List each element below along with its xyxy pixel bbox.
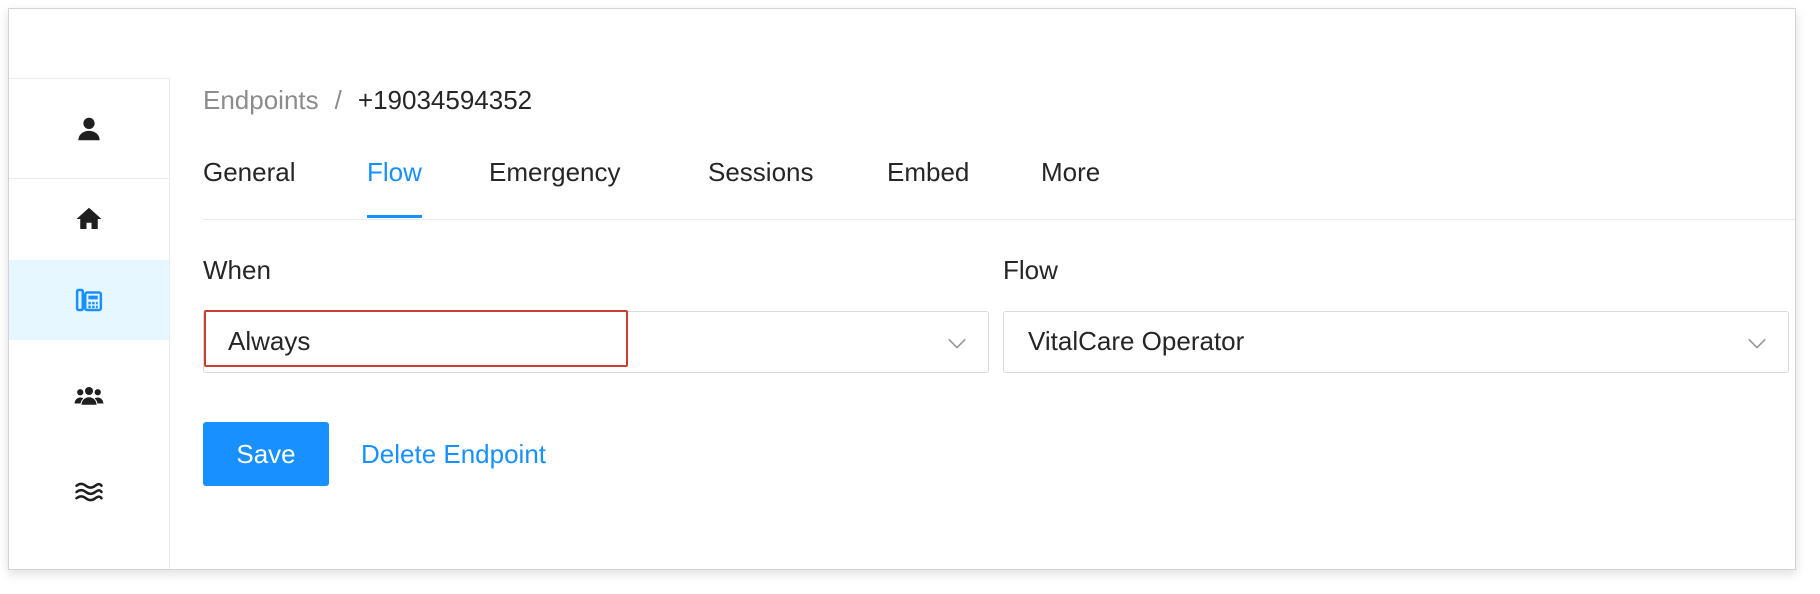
- app-window: Endpoints / +19034594352 General Flow Em…: [8, 8, 1796, 570]
- breadcrumb-current: +19034594352: [357, 85, 533, 115]
- tab-embed[interactable]: Embed: [887, 149, 969, 217]
- flow-select-value: VitalCare Operator: [1028, 326, 1245, 356]
- chevron-down-icon: [1748, 338, 1766, 349]
- sidebar: [9, 78, 170, 569]
- sidebar-item-waves[interactable]: [9, 452, 169, 532]
- tab-bar: General Flow Emergency Sessions Embed Mo…: [203, 149, 1795, 220]
- sidebar-item-endpoints[interactable]: [9, 260, 169, 340]
- home-icon: [76, 207, 102, 229]
- sidebar-item-profile[interactable]: [9, 79, 169, 179]
- phone-endpoint-icon: [75, 288, 103, 312]
- sidebar-item-home[interactable]: [9, 179, 169, 259]
- delete-endpoint-link[interactable]: Delete Endpoint: [361, 439, 546, 470]
- breadcrumb: Endpoints / +19034594352: [203, 85, 532, 116]
- tab-sessions[interactable]: Sessions: [708, 149, 814, 217]
- flow-label: Flow: [1003, 255, 1058, 285]
- when-label: When: [203, 255, 271, 285]
- flow-select[interactable]: VitalCare Operator: [1003, 311, 1789, 373]
- tab-emergency[interactable]: Emergency: [489, 149, 621, 217]
- save-button[interactable]: Save: [203, 422, 329, 486]
- breadcrumb-separator: /: [334, 85, 342, 115]
- waves-icon: [75, 482, 103, 502]
- breadcrumb-endpoints-link[interactable]: Endpoints: [203, 85, 319, 116]
- chevron-down-icon: [948, 338, 966, 349]
- sidebar-item-users[interactable]: [9, 356, 169, 436]
- main-content: Endpoints / +19034594352 General Flow Em…: [203, 9, 1795, 569]
- tab-general[interactable]: General: [203, 149, 296, 217]
- user-icon: [78, 117, 100, 140]
- tab-flow[interactable]: Flow: [367, 149, 422, 218]
- users-icon: [74, 387, 104, 405]
- tab-more[interactable]: More: [1041, 149, 1100, 217]
- when-select-value: Always: [228, 326, 311, 356]
- when-select[interactable]: Always: [203, 311, 989, 373]
